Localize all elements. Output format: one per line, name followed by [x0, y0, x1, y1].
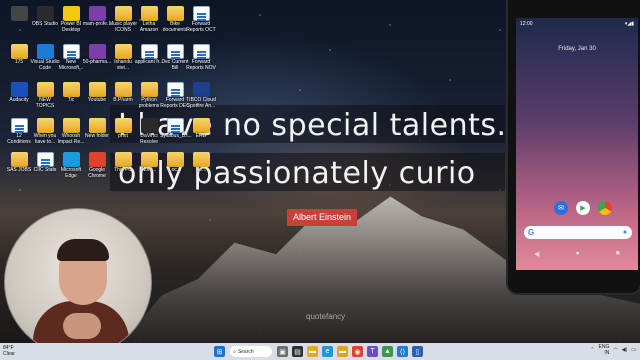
- app-icon: [88, 44, 106, 59]
- task-view-icon[interactable]: ▣: [277, 346, 288, 357]
- show-hidden-icon[interactable]: ⌃: [590, 347, 594, 353]
- desktop-icon-label: TIBCO Cloud Spotfire An...: [186, 97, 216, 109]
- weather-desc: Clear: [3, 351, 15, 357]
- folder-icon: [114, 152, 132, 167]
- messages-icon[interactable]: ✉: [554, 201, 568, 215]
- document-icon: [192, 6, 210, 21]
- search-label: Search: [237, 348, 254, 355]
- phone-navigation-bar: ◀ ● ■: [516, 250, 638, 258]
- folder-icon: [88, 82, 106, 97]
- webcam-overlay: [4, 208, 152, 356]
- recents-icon[interactable]: ■: [616, 250, 620, 258]
- folder-icon: [62, 118, 80, 133]
- phone-date: Friday, Jan 30: [558, 46, 596, 52]
- desktop-icon[interactable]: file...: [186, 152, 216, 174]
- app-icon: [10, 82, 28, 97]
- folder-icon: [36, 118, 54, 133]
- emulator-icon[interactable]: ▯: [412, 346, 423, 357]
- document-icon: [62, 44, 80, 59]
- app-icon: [36, 44, 54, 59]
- desktop-icon[interactable]: Forward Reports NOV: [186, 44, 216, 71]
- wifi-icon[interactable]: ◠: [613, 347, 617, 353]
- phone-screen[interactable]: 12:00 ▾◢▮ Friday, Jan 30 ✉ ▶ G ● ◀ ● ■: [516, 18, 638, 270]
- weather-widget[interactable]: 84°F Clear: [3, 345, 15, 357]
- google-g-icon: G: [528, 228, 535, 237]
- folder-icon: [140, 6, 158, 21]
- document-icon: [166, 118, 184, 133]
- document-icon: [36, 152, 54, 167]
- document-icon: [166, 44, 184, 59]
- teams-icon[interactable]: T: [367, 346, 378, 357]
- presenter-hands: [63, 313, 101, 339]
- folder-icon: [192, 118, 210, 133]
- quote-author: Albert Einstein: [287, 209, 358, 226]
- system-tray: ⌃ ENG IN ◠ ◀) ▭: [590, 344, 636, 356]
- desktop-icon[interactable]: TIBCO Cloud Spotfire An...: [186, 82, 216, 109]
- folder-icon: [166, 152, 184, 167]
- folder-icon: [166, 6, 184, 21]
- home-icon[interactable]: ●: [575, 250, 579, 258]
- app-icon: [140, 118, 158, 133]
- app-icon: [10, 6, 28, 21]
- battery-icon[interactable]: ▭: [631, 347, 636, 353]
- app-icon: [36, 6, 54, 21]
- desktop-icon-label: Forward Reports NOV: [186, 59, 216, 71]
- document-icon: [140, 44, 158, 59]
- start-icon[interactable]: ⊞: [214, 346, 225, 357]
- file-explorer-icon[interactable]: ▬: [307, 346, 318, 357]
- desktop-icon[interactable]: Forward Reports OCT: [186, 6, 216, 33]
- app-icon: [192, 82, 210, 97]
- phone-signal-icon: ▾◢▮: [624, 21, 634, 27]
- folder-icon: [192, 152, 210, 167]
- taskbar-center: ⊞ ⌕ Search ▣ ▤ ▬ e ▬ ◉ T ▲ ⟨⟩ ▯: [212, 346, 425, 357]
- app-icon: [62, 152, 80, 167]
- search-icon: ⌕: [233, 348, 236, 355]
- folder-icon: [114, 118, 132, 133]
- folder-icon: [140, 152, 158, 167]
- phone-time: 12:00: [520, 21, 533, 27]
- volume-icon[interactable]: ◀): [622, 347, 628, 353]
- desktop-icon-label: ERD: [195, 133, 207, 139]
- desktop-icon[interactable]: ERD: [186, 118, 216, 140]
- folder-icon: [114, 6, 132, 21]
- folder-icon: [88, 118, 106, 133]
- widgets-icon[interactable]: ▤: [292, 346, 303, 357]
- folder-icon: [10, 152, 28, 167]
- presenter-hair: [57, 239, 109, 261]
- folder-icon: [10, 44, 28, 59]
- phone-status-bar: 12:00 ▾◢▮: [520, 21, 634, 27]
- back-icon[interactable]: ◀: [534, 250, 539, 258]
- folder-icon: [36, 82, 54, 97]
- vscode-icon[interactable]: ⟨⟩: [397, 346, 408, 357]
- region-code: IN: [604, 350, 610, 356]
- app-icon: [88, 6, 106, 21]
- chrome-taskbar-icon[interactable]: ◉: [352, 346, 363, 357]
- edge-icon[interactable]: e: [322, 346, 333, 357]
- app-icon: [62, 6, 80, 21]
- microphone-icon[interactable]: ●: [623, 229, 627, 236]
- folder-icon: [114, 44, 132, 59]
- folder-icon[interactable]: ▬: [337, 346, 348, 357]
- quotefancy-watermark: quotefancy: [306, 312, 346, 321]
- android-studio-icon[interactable]: ▲: [382, 346, 393, 357]
- desktop-icon-label: Forward Reports OCT: [186, 21, 216, 33]
- play-store-icon[interactable]: ▶: [576, 201, 590, 215]
- document-icon: [10, 118, 28, 133]
- android-emulator[interactable]: 12:00 ▾◢▮ Friday, Jan 30 ✉ ▶ G ● ◀ ● ■: [506, 0, 640, 295]
- google-search-bar[interactable]: G ●: [524, 226, 632, 239]
- folder-icon: [114, 82, 132, 97]
- document-icon: [192, 44, 210, 59]
- language-indicator[interactable]: ENG IN: [599, 344, 610, 356]
- chrome-icon[interactable]: [598, 201, 612, 215]
- app-icon: [88, 152, 106, 167]
- taskbar-search[interactable]: ⌕ Search: [230, 346, 272, 357]
- folder-icon: [140, 82, 158, 97]
- document-icon: [166, 82, 184, 97]
- folder-icon: [62, 82, 80, 97]
- taskbar: 84°F Clear ⊞ ⌕ Search ▣ ▤ ▬ e ▬ ◉ T ▲ ⟨⟩…: [0, 343, 640, 360]
- desktop-icon-label: file...: [195, 167, 207, 173]
